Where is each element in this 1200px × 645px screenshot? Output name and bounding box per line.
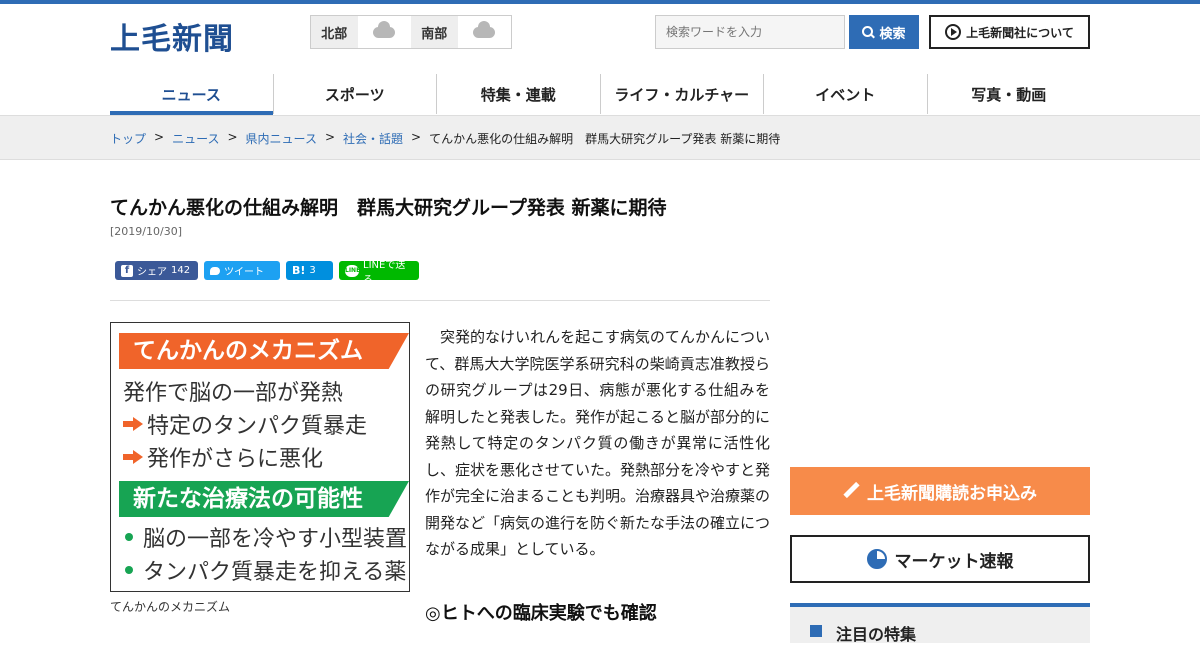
main-nav: ニュース スポーツ 特集・連載 ライフ・カルチャー イベント 写真・動画 xyxy=(110,74,1091,115)
square-icon xyxy=(810,625,822,637)
search-icon xyxy=(862,26,874,38)
article-date: [2019/10/30] xyxy=(110,225,182,238)
bullet-icon xyxy=(125,533,133,541)
site-logo[interactable]: 上毛新聞 xyxy=(110,14,234,58)
figure-caption: てんかんのメカニズム xyxy=(110,600,231,614)
weather-south[interactable] xyxy=(458,16,511,48)
breadcrumb-top[interactable]: トップ xyxy=(110,130,146,147)
share-buttons: f シェア 142 ツイート B! 3 LINE LINEで送る xyxy=(115,260,419,286)
search-input[interactable] xyxy=(655,15,845,49)
nav-item-photo-video[interactable]: 写真・動画 xyxy=(928,74,1091,114)
figure-line: 特定のタンパク質暴走 xyxy=(123,408,367,440)
market-news-button[interactable]: マーケット速報 xyxy=(790,535,1090,583)
subscribe-button[interactable]: 上毛新聞購読お申込み xyxy=(790,467,1090,515)
figure-line: 発作がさらに悪化 xyxy=(123,441,323,473)
weather-region-south[interactable]: 南部 xyxy=(411,16,458,48)
nav-item-life-culture[interactable]: ライフ・カルチャー xyxy=(601,74,764,114)
breadcrumb-current: てんかん悪化の仕組み解明 群馬大研究グループ発表 新薬に期待 xyxy=(429,132,781,146)
breadcrumb-news[interactable]: ニュース xyxy=(172,130,219,147)
weather-region-north[interactable]: 北部 xyxy=(311,16,358,48)
pencil-icon xyxy=(843,483,859,499)
line-icon: LINE xyxy=(345,264,360,277)
figure-line: タンパク質暴走を抑える薬 xyxy=(123,554,406,586)
article-subheading: ◎ヒトへの臨床実験でも確認 xyxy=(425,603,657,624)
article-figure[interactable]: てんかんのメカニズム 発作で脳の一部が発熱 特定のタンパク質暴走 発作がさらに悪… xyxy=(110,322,410,592)
play-circle-icon xyxy=(945,24,962,40)
featured-section-header: 注目の特集 xyxy=(790,603,1090,644)
figure-heading-mechanism: てんかんのメカニズム xyxy=(119,333,409,369)
breadcrumb-society[interactable]: 社会・話題 xyxy=(343,130,403,147)
facebook-icon: f xyxy=(121,264,133,277)
twitter-share-label: ツイート xyxy=(224,267,264,278)
article-body: 突発的なけいれんを起こす病気のてんかんについて、群馬大大学院医学系研究科の柴崎貢… xyxy=(425,328,771,558)
hatena-bookmark-button[interactable]: B! 3 xyxy=(286,261,333,280)
nav-item-features[interactable]: 特集・連載 xyxy=(437,74,601,114)
arrow-right-icon xyxy=(123,417,143,431)
pie-chart-icon xyxy=(866,549,887,569)
facebook-share-button[interactable]: f シェア 142 xyxy=(115,261,198,280)
figure-line: 脳の一部を冷やす小型装置 xyxy=(123,521,407,553)
weather-widget: 北部 南部 xyxy=(310,15,512,49)
search-button[interactable]: 検索 xyxy=(849,15,919,49)
subscribe-label: 上毛新聞購読お申込み xyxy=(867,483,1037,504)
twitter-share-button[interactable]: ツイート xyxy=(204,261,280,280)
breadcrumb-local-news[interactable]: 県内ニュース xyxy=(246,130,317,147)
about-company-label: 上毛新聞社について xyxy=(966,25,1074,40)
top-accent-bar xyxy=(0,0,1200,4)
breadcrumb: トップ > ニュース > 県内ニュース > 社会・話題 > てんかん悪化の仕組み解明 群… xyxy=(110,130,781,147)
about-company-button[interactable]: 上毛新聞社について xyxy=(929,15,1090,49)
nav-item-news[interactable]: ニュース xyxy=(110,74,274,115)
breadcrumb-bar: トップ > ニュース > 県内ニュース > 社会・話題 > てんかん悪化の仕組み解明 群… xyxy=(0,115,1200,160)
cloud-icon xyxy=(473,20,496,38)
bullet-icon xyxy=(125,566,133,574)
nav-item-events[interactable]: イベント xyxy=(764,74,928,114)
cloud-icon xyxy=(373,20,396,38)
arrow-right-icon xyxy=(123,450,143,464)
search-button-label: 検索 xyxy=(879,26,906,42)
hatena-label: B! xyxy=(292,264,306,277)
weather-north[interactable] xyxy=(358,16,411,48)
facebook-share-count: 142 xyxy=(171,265,191,276)
twitter-icon xyxy=(210,266,220,275)
market-label: マーケット速報 xyxy=(894,551,1014,572)
facebook-share-label: シェア xyxy=(137,267,167,278)
hatena-count: 3 xyxy=(309,265,316,276)
article-title: てんかん悪化の仕組み解明 群馬大研究グループ発表 新薬に期待 xyxy=(110,197,667,219)
nav-item-sports[interactable]: スポーツ xyxy=(274,74,437,114)
line-share-label: LINEで送る xyxy=(363,259,406,286)
line-share-button[interactable]: LINE LINEで送る xyxy=(339,260,419,286)
figure-heading-new-treatment: 新たな治療法の可能性 xyxy=(119,481,409,517)
featured-title: 注目の特集 xyxy=(836,625,917,644)
divider xyxy=(110,300,770,301)
figure-line: 発作で脳の一部が発熱 xyxy=(123,381,344,406)
